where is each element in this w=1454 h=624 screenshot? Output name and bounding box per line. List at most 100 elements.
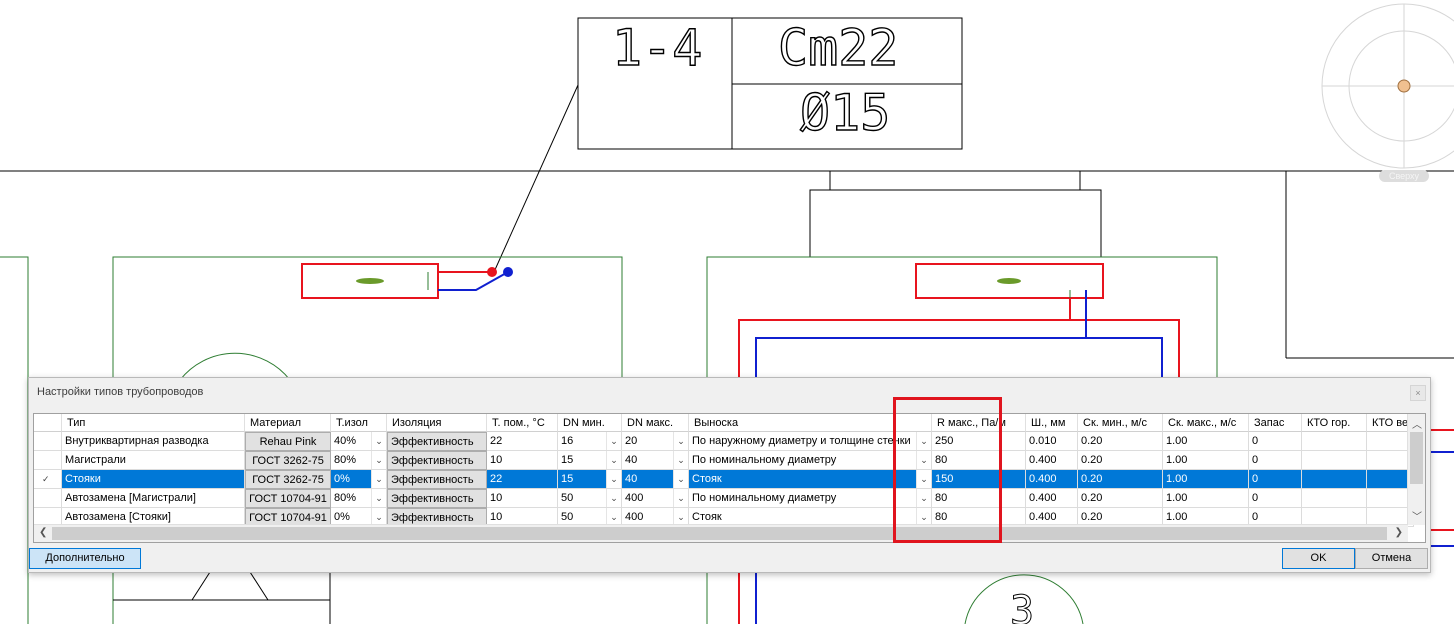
cell-dn-min-value: 15 xyxy=(561,454,574,466)
cell-dn-min[interactable]: 50 ⌄ xyxy=(558,489,622,508)
cell-v-max[interactable]: 1.00 xyxy=(1163,470,1249,489)
cell-dn-min[interactable]: 15 ⌄ xyxy=(558,470,622,489)
table-row[interactable]: Внутриквартирная разводка Rehau Pink 40% ⌄ Э… xyxy=(34,432,1414,451)
horizontal-scroll-thumb[interactable] xyxy=(52,527,1387,540)
more-button[interactable]: Дополнительно xyxy=(29,548,141,569)
cell-insulation-temp[interactable]: 80% ⌄ xyxy=(331,451,387,470)
cell-v-min[interactable]: 0.20 xyxy=(1078,470,1163,489)
column-header-v-min[interactable]: Ск. мин., м/с xyxy=(1078,414,1163,432)
vertical-scroll-thumb[interactable] xyxy=(1410,432,1423,484)
column-header-dn-min[interactable]: DN мин. xyxy=(558,414,622,432)
cell-material[interactable]: ГОСТ 10704-91 xyxy=(245,489,331,508)
cell-roughness[interactable]: 0.010 xyxy=(1026,432,1078,451)
scroll-left-icon[interactable]: ❮ xyxy=(39,527,47,538)
cell-material[interactable]: ГОСТ 3262-75 xyxy=(245,470,331,489)
column-header-room-temp[interactable]: Т. пом., °С xyxy=(487,414,558,432)
cell-roughness[interactable]: 0.400 xyxy=(1026,470,1078,489)
table-row[interactable]: Автозамена [Магистрали] ГОСТ 10704-91 80% ⌄… xyxy=(34,489,1414,508)
cell-material-value: Rehau Pink xyxy=(259,436,317,448)
row-indicator[interactable] xyxy=(34,432,62,451)
cell-insulation[interactable]: Эффективность xyxy=(387,470,487,489)
dropdown-chevron-icon[interactable]: ⌄ xyxy=(673,489,688,507)
cell-dn-max[interactable]: 400 ⌄ xyxy=(622,489,689,508)
cell-material[interactable]: ГОСТ 3262-75 xyxy=(245,451,331,470)
row-indicator[interactable] xyxy=(34,489,62,508)
dropdown-chevron-icon[interactable]: ⌄ xyxy=(371,470,386,488)
cell-reserve[interactable]: 0 xyxy=(1249,432,1302,451)
cell-kto-horizontal[interactable] xyxy=(1302,451,1367,470)
column-header-insulation-temp[interactable]: Т.изол xyxy=(331,414,387,432)
scroll-up-icon[interactable]: ︿ xyxy=(1412,416,1422,431)
dropdown-chevron-icon[interactable]: ⌄ xyxy=(673,451,688,469)
cell-room-temp[interactable]: 22 xyxy=(487,432,558,451)
dropdown-chevron-icon[interactable]: ⌄ xyxy=(673,470,688,488)
cell-v-max[interactable]: 1.00 xyxy=(1163,451,1249,470)
cell-type[interactable]: Внутриквартирная разводка xyxy=(62,432,245,451)
cell-roughness[interactable]: 0.400 xyxy=(1026,451,1078,470)
cell-kto-horizontal[interactable] xyxy=(1302,489,1367,508)
column-header-dn-max[interactable]: DN макс. xyxy=(622,414,689,432)
row-indicator[interactable] xyxy=(34,451,62,470)
cell-dn-min[interactable]: 15 ⌄ xyxy=(558,451,622,470)
column-header-material[interactable]: Материал xyxy=(245,414,331,432)
dropdown-chevron-icon[interactable]: ⌄ xyxy=(606,489,621,507)
table-row[interactable]: Магистрали ГОСТ 3262-75 80% ⌄ Эффективность 1… xyxy=(34,451,1414,470)
cell-room-temp[interactable]: 10 xyxy=(487,451,558,470)
dropdown-chevron-icon[interactable]: ⌄ xyxy=(371,432,386,450)
scroll-down-icon[interactable]: ﹀ xyxy=(1412,508,1422,523)
cell-insulation[interactable]: Эффективность xyxy=(387,451,487,470)
dropdown-chevron-icon[interactable]: ⌄ xyxy=(371,451,386,469)
cell-roughness[interactable]: 0.400 xyxy=(1026,489,1078,508)
compass-view-label[interactable]: Сверху xyxy=(1379,170,1429,182)
cell-insulation-temp[interactable]: 80% ⌄ xyxy=(331,489,387,508)
cell-reserve[interactable]: 0 xyxy=(1249,489,1302,508)
cell-room-temp[interactable]: 10 xyxy=(487,489,558,508)
dropdown-chevron-icon[interactable]: ⌄ xyxy=(371,489,386,507)
dropdown-chevron-icon[interactable]: ⌄ xyxy=(673,432,688,450)
close-icon[interactable]: × xyxy=(1410,385,1426,401)
cell-insulation-temp[interactable]: 40% ⌄ xyxy=(331,432,387,451)
cell-kto-horizontal[interactable] xyxy=(1302,470,1367,489)
cell-insulation[interactable]: Эффективность xyxy=(387,489,487,508)
column-header-v-max[interactable]: Ск. макс., м/с xyxy=(1163,414,1249,432)
dropdown-chevron-icon[interactable]: ⌄ xyxy=(606,470,621,488)
horizontal-scrollbar[interactable]: ❮ ❯ xyxy=(34,524,1408,542)
dropdown-chevron-icon[interactable]: ⌄ xyxy=(606,451,621,469)
view-compass[interactable] xyxy=(1321,3,1454,169)
bottom-glyph: 3 xyxy=(1010,588,1034,624)
scroll-right-icon[interactable]: ❯ xyxy=(1395,527,1403,538)
cell-kto-horizontal[interactable] xyxy=(1302,432,1367,451)
cell-v-min[interactable]: 0.20 xyxy=(1078,489,1163,508)
table-row[interactable]: ✓ Стояки ГОСТ 3262-75 0% ⌄ Эффективность 22 15 ⌄… xyxy=(34,470,1414,489)
cell-type-value: Магистрали xyxy=(65,454,126,466)
cell-roughness-value: 0.400 xyxy=(1029,492,1057,504)
cell-v-min[interactable]: 0.20 xyxy=(1078,432,1163,451)
cell-insulation[interactable]: Эффективность xyxy=(387,432,487,451)
cell-insulation-temp[interactable]: 0% ⌄ xyxy=(331,470,387,489)
row-indicator[interactable]: ✓ xyxy=(34,470,62,489)
cell-reserve[interactable]: 0 xyxy=(1249,470,1302,489)
column-header-insulation[interactable]: Изоляция xyxy=(387,414,487,432)
dropdown-chevron-icon[interactable]: ⌄ xyxy=(606,432,621,450)
cell-dn-max[interactable]: 20 ⌄ xyxy=(622,432,689,451)
cell-type[interactable]: Стояки xyxy=(62,470,245,489)
cell-type[interactable]: Магистрали xyxy=(62,451,245,470)
cell-type[interactable]: Автозамена [Магистрали] xyxy=(62,489,245,508)
cell-v-min-value: 0.20 xyxy=(1081,492,1103,504)
cell-v-max[interactable]: 1.00 xyxy=(1163,489,1249,508)
cell-dn-max[interactable]: 40 ⌄ xyxy=(622,451,689,470)
cell-dn-min[interactable]: 16 ⌄ xyxy=(558,432,622,451)
cell-dn-max[interactable]: 40 ⌄ xyxy=(622,470,689,489)
column-header-type[interactable]: Тип xyxy=(62,414,245,432)
cell-material[interactable]: Rehau Pink xyxy=(245,432,331,451)
cell-v-max[interactable]: 1.00 xyxy=(1163,432,1249,451)
column-header-reserve[interactable]: Запас xyxy=(1249,414,1302,432)
cell-reserve[interactable]: 0 xyxy=(1249,451,1302,470)
ok-button[interactable]: OK xyxy=(1282,548,1355,569)
vertical-scrollbar[interactable]: ︿ ﹀ xyxy=(1407,414,1425,525)
cell-room-temp[interactable]: 22 xyxy=(487,470,558,489)
column-header-kto-horizontal[interactable]: КТО гор. xyxy=(1302,414,1367,432)
cell-v-min[interactable]: 0.20 xyxy=(1078,451,1163,470)
column-header-roughness[interactable]: Ш., мм xyxy=(1026,414,1078,432)
cancel-button[interactable]: Отмена xyxy=(1355,548,1428,569)
